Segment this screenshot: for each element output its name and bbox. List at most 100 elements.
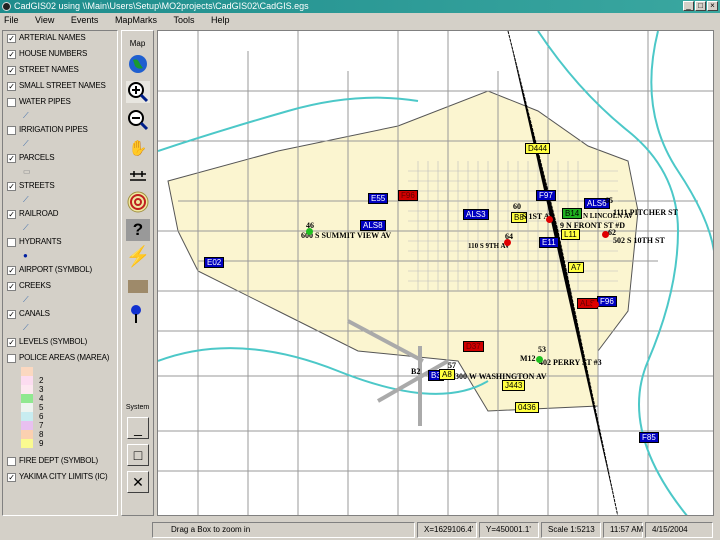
app-icon [2,2,11,11]
layer-label: SMALL STREET NAMES [19,81,106,90]
layer-item[interactable]: ✓ AIRPORT (SYMBOL) [3,263,117,279]
map-marker[interactable]: A8 [439,369,455,380]
menu-tools[interactable]: Tools [173,15,194,25]
layer-symbol-icon: ⟋ [23,195,29,204]
map-marker[interactable]: D444 [525,143,551,154]
map-marker[interactable]: E11 [539,237,559,248]
zoom-in-icon[interactable] [126,81,150,103]
legend-swatch [21,394,33,403]
status-bar: Drag a Box to zoom in X=1629106.4' Y=450… [0,520,720,540]
legend-label: 6 [39,412,44,421]
map-number-label: 60 [513,202,521,211]
layer-checkbox[interactable] [7,457,16,466]
incident-dot[interactable] [504,239,511,246]
map-marker[interactable]: F96 [398,190,418,201]
layer-checkbox[interactable]: ✓ [7,310,16,319]
menu-view[interactable]: View [35,15,54,25]
legend-label: 8 [39,430,44,439]
layer-label: YAKIMA CITY LIMITS (IC) [19,472,108,481]
menu-mapmarks[interactable]: MapMarks [115,15,157,25]
system-close-button[interactable]: ✕ [127,471,149,493]
layer-item[interactable]: IRRIGATION PIPES [3,123,117,139]
layer-item[interactable]: WATER PIPES [3,95,117,111]
incident-dot[interactable] [546,216,553,223]
layer-checkbox[interactable] [7,126,16,135]
map-graphics [158,31,713,515]
layer-item[interactable]: ✓ HOUSE NUMBERS [3,47,117,63]
zoom-out-icon[interactable] [126,109,150,131]
map-marker[interactable]: A7 [568,262,584,273]
map-marker[interactable]: ALS8 [360,220,386,231]
pushpin-icon[interactable] [126,303,150,325]
layer-checkbox[interactable]: ✓ [7,266,16,275]
identify-icon[interactable]: ? [126,219,150,241]
legend-swatch [21,421,33,430]
map-marker[interactable]: L11 [561,229,580,240]
system-minimize-button[interactable]: _ [127,417,149,439]
pan-hand-icon[interactable]: ✋ [126,137,150,159]
layer-checkbox[interactable] [7,238,16,247]
police-area-legend-item: 5 [3,403,117,412]
lightning-icon[interactable]: ⚡ [126,245,151,268]
map-address-label: 402 PERRY ST #3 [539,358,602,367]
menu-help[interactable]: Help [211,15,230,25]
layer-item[interactable]: FIRE DEPT (SYMBOL) [3,454,117,470]
layer-checkbox[interactable]: ✓ [7,154,16,163]
map-marker[interactable]: F85 [639,432,659,443]
system-restore-button[interactable]: □ [127,444,149,466]
layer-checkbox[interactable]: ✓ [7,282,16,291]
close-button[interactable]: × [707,1,718,11]
incident-dot[interactable] [602,231,609,238]
map-marker[interactable]: 0436 [515,402,539,413]
layer-checkbox[interactable]: ✓ [7,82,16,91]
layer-item[interactable]: POLICE AREAS (MAREA) [3,351,117,367]
layer-item[interactable]: ✓ CANALS [3,307,117,323]
legend-swatch [21,367,33,376]
layer-checkbox[interactable]: ✓ [7,338,16,347]
folder-icon[interactable] [126,275,150,297]
layer-symbol-icon: ⟋ [23,223,29,232]
layer-symbol-icon: ● [23,251,28,260]
map-marker[interactable]: F96 [597,296,617,307]
map-marker[interactable]: J443 [502,380,526,391]
layer-item[interactable]: ✓ CREEKS [3,279,117,295]
map-marker[interactable]: E02 [204,257,225,268]
map-marker[interactable]: E55 [368,193,389,204]
target-icon[interactable] [126,191,150,213]
layer-item[interactable]: ✓ PARCELS [3,151,117,167]
layer-item[interactable]: ✓ STREETS [3,179,117,195]
layer-checkbox[interactable] [7,354,16,363]
minimize-button[interactable]: _ [683,1,694,11]
map-toolbar: Map ✋ ? ⚡ System _ □ ✕ [121,30,154,516]
incident-dot[interactable] [592,301,599,308]
incident-dot[interactable] [536,356,543,363]
map-marker[interactable]: F97 [536,190,556,201]
menu-file[interactable]: File [4,15,19,25]
layer-checkbox[interactable]: ✓ [7,50,16,59]
menu-events[interactable]: Events [71,15,99,25]
layer-item[interactable]: ✓ STREET NAMES [3,63,117,79]
layer-checkbox[interactable]: ✓ [7,473,16,482]
layer-item[interactable]: ✓ LEVELS (SYMBOL) [3,335,117,351]
layer-checkbox[interactable]: ✓ [7,182,16,191]
map-marker[interactable]: D37 [463,341,484,352]
layer-checkbox[interactable]: ✓ [7,34,16,43]
map-marker[interactable]: B14 [562,208,583,219]
incident-dot[interactable] [306,228,313,235]
globe-icon[interactable] [126,53,150,75]
layer-checkbox[interactable]: ✓ [7,66,16,75]
maximize-button[interactable]: □ [695,1,706,11]
legend-label: 9 [39,439,44,448]
layer-checkbox[interactable]: ✓ [7,210,16,219]
map-marker[interactable]: ALS3 [463,209,489,220]
measure-icon[interactable] [126,165,150,187]
layer-item[interactable]: HYDRANTS [3,235,117,251]
layer-item[interactable]: ✓ ARTERIAL NAMES [3,31,117,47]
layer-item[interactable]: ✓ RAILROAD [3,207,117,223]
layer-item[interactable]: ✓ SMALL STREET NAMES [3,79,117,95]
layer-checkbox[interactable] [7,98,16,107]
layer-item[interactable]: ✓ YAKIMA CITY LIMITS (IC) [3,470,117,486]
layer-label: STREETS [19,181,55,190]
map-canvas[interactable]: D444 E55 F96 F97 ALS3 ALS6 B8 B14 ALS8 L… [157,30,714,516]
legend-label: 2 [39,376,44,385]
